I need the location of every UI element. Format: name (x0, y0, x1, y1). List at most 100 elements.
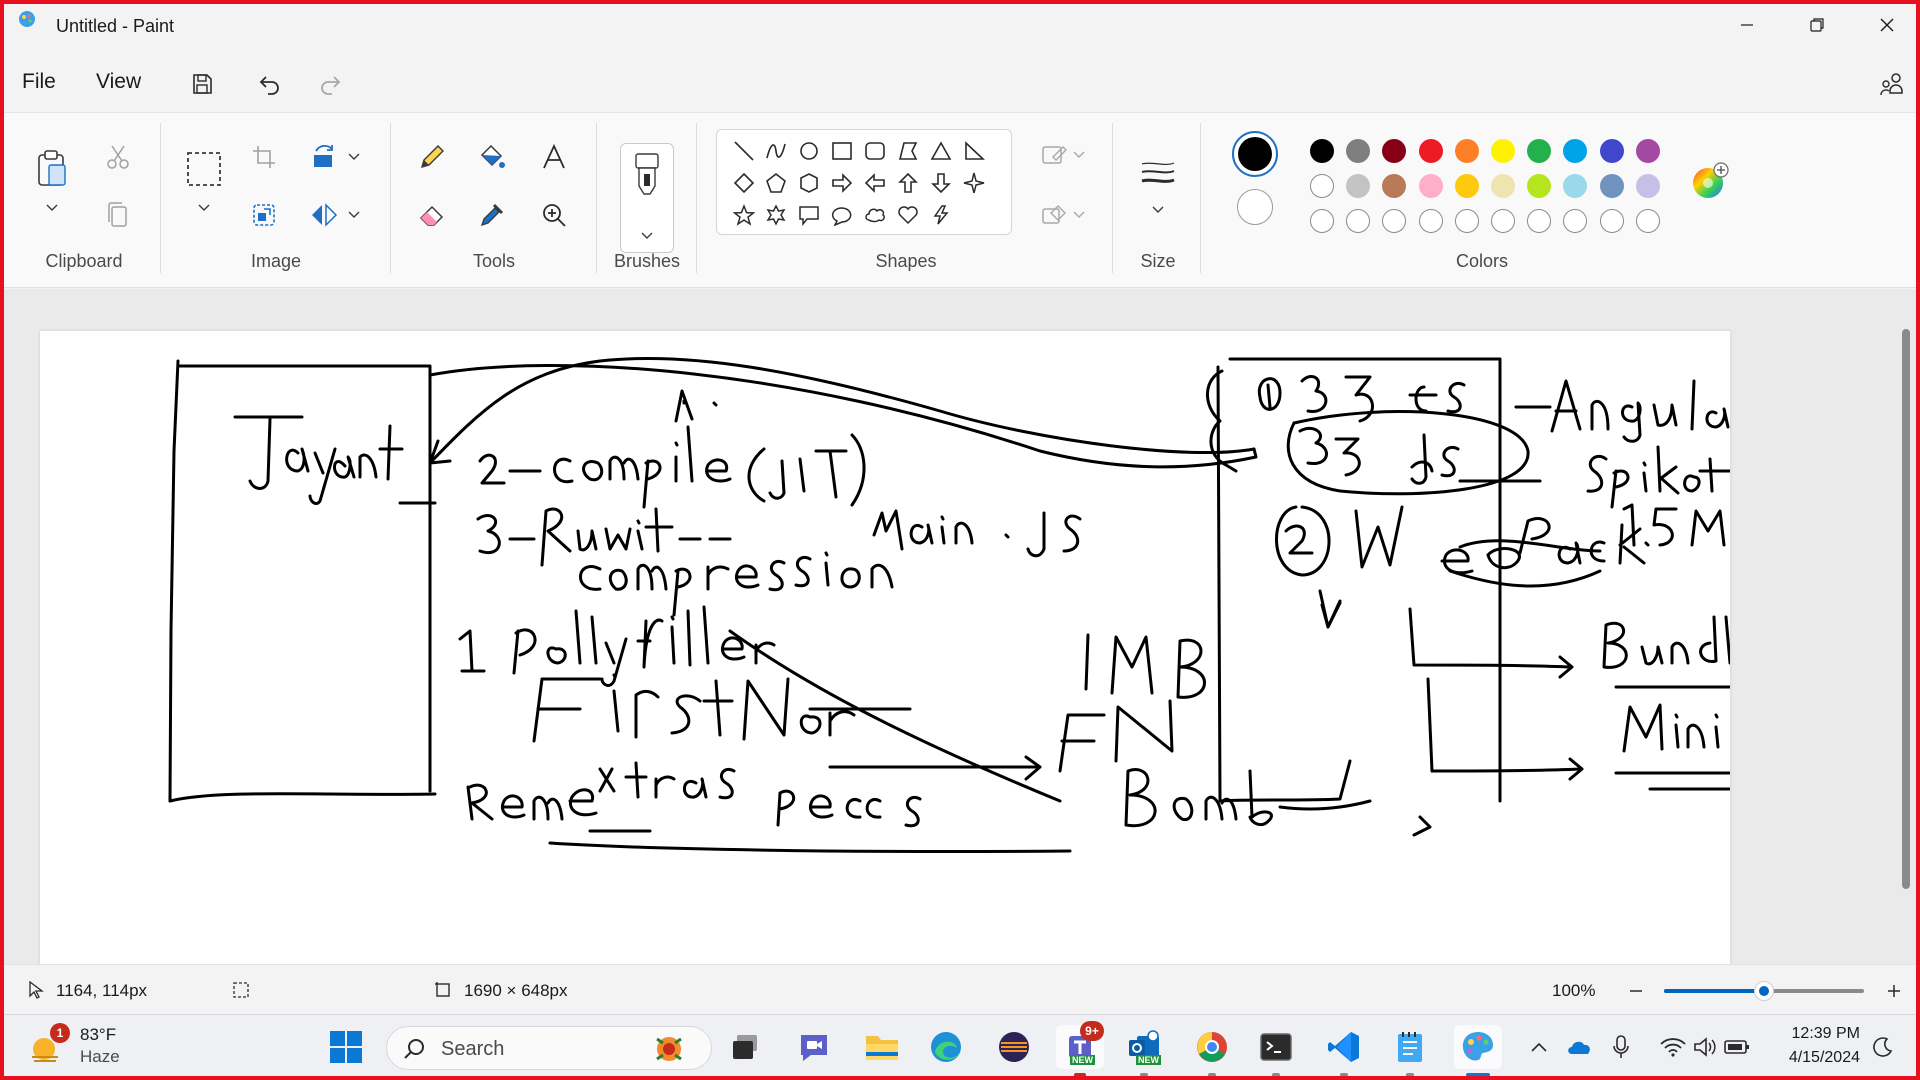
magnifier-tool[interactable] (534, 195, 574, 235)
five-point-star-shape[interactable] (729, 200, 759, 230)
color-swatch[interactable] (1563, 174, 1588, 198)
color-swatch[interactable] (1599, 209, 1624, 233)
primary-color-button[interactable] (1232, 131, 1278, 177)
color-swatch[interactable] (1599, 139, 1624, 163)
rotate-button[interactable] (304, 137, 344, 177)
teams-app[interactable]: 9+ NEW (1056, 1021, 1104, 1069)
color-swatch[interactable] (1454, 209, 1479, 233)
eraser-tool[interactable] (412, 195, 452, 235)
zoom-slider-thumb[interactable] (1754, 981, 1774, 1001)
rounded-rectangle-shape[interactable] (860, 136, 890, 166)
select-dropdown[interactable] (197, 201, 211, 215)
menu-file[interactable]: File (22, 70, 56, 94)
color-swatch[interactable] (1382, 139, 1407, 163)
oval-shape[interactable] (794, 136, 824, 166)
color-swatch[interactable] (1527, 139, 1552, 163)
text-tool[interactable] (534, 137, 574, 177)
terminal-app[interactable] (1254, 1025, 1298, 1069)
color-swatch[interactable] (1635, 174, 1660, 198)
secondary-color-button[interactable] (1237, 189, 1273, 225)
resize-button[interactable] (244, 195, 284, 235)
rectangle-shape[interactable] (827, 136, 857, 166)
outline-dropdown[interactable] (1072, 148, 1086, 162)
color-swatch[interactable] (1599, 174, 1624, 198)
color-picker-tool[interactable] (472, 195, 512, 235)
microphone-tray[interactable] (1606, 1025, 1636, 1069)
zoom-slider[interactable] (1664, 981, 1864, 1001)
color-swatch[interactable] (1563, 139, 1588, 163)
wifi-tray[interactable] (1658, 1025, 1688, 1069)
paste-dropdown[interactable] (45, 201, 59, 215)
oval-callout-shape[interactable] (827, 200, 857, 230)
color-swatch[interactable] (1527, 209, 1552, 233)
color-swatch[interactable] (1418, 139, 1443, 163)
color-swatch[interactable] (1346, 174, 1371, 198)
chrome-app[interactable] (1190, 1025, 1234, 1069)
minimize-button[interactable] (1712, 4, 1782, 46)
zoom-level-label[interactable]: 100% (1552, 981, 1595, 1001)
pentagon-shape[interactable] (761, 168, 791, 198)
left-arrow-shape[interactable] (860, 168, 890, 198)
size-dropdown[interactable] (1151, 203, 1165, 217)
color-swatch[interactable] (1454, 139, 1479, 163)
eclipse-app[interactable] (992, 1025, 1036, 1069)
color-swatch[interactable] (1491, 139, 1515, 163)
cut-button[interactable] (98, 137, 138, 177)
chat-app[interactable] (792, 1025, 836, 1069)
color-swatch[interactable] (1310, 139, 1334, 163)
crop-button[interactable] (244, 137, 284, 177)
triangle-shape[interactable] (926, 136, 956, 166)
paste-button[interactable] (30, 147, 74, 191)
taskbar-search[interactable]: Search (386, 1026, 712, 1070)
select-button[interactable] (184, 149, 224, 189)
zoom-out-button[interactable] (1616, 971, 1656, 1011)
clock-time[interactable]: 12:39 PM (1764, 1025, 1860, 1043)
task-view-button[interactable] (724, 1025, 768, 1069)
color-swatch[interactable] (1310, 209, 1334, 233)
notifications-button[interactable] (1868, 1025, 1898, 1069)
edge-app[interactable] (924, 1025, 968, 1069)
color-swatch[interactable] (1491, 174, 1515, 198)
four-point-star-shape[interactable] (959, 168, 989, 198)
color-swatch[interactable] (1346, 209, 1371, 233)
polygon-shape[interactable] (893, 136, 923, 166)
show-hidden-icons-button[interactable] (1524, 1025, 1554, 1069)
curve-shape[interactable] (761, 136, 791, 166)
color-swatch[interactable] (1310, 174, 1334, 198)
clock-date[interactable]: 4/15/2024 (1764, 1049, 1860, 1067)
close-button[interactable] (1852, 4, 1916, 46)
color-swatch[interactable] (1635, 139, 1660, 163)
copy-button[interactable] (98, 195, 138, 235)
brushes-button[interactable] (620, 143, 674, 253)
rect-callout-shape[interactable] (794, 200, 824, 230)
weather-widget[interactable]: 1 83°F Haze (28, 1023, 198, 1069)
cloud-callout-shape[interactable] (860, 200, 890, 230)
restore-button[interactable] (1782, 4, 1852, 46)
scrollbar-thumb[interactable] (1902, 329, 1910, 889)
edit-colors-button[interactable] (1690, 161, 1730, 201)
right-triangle-shape[interactable] (959, 136, 989, 166)
color-swatch[interactable] (1635, 209, 1660, 233)
fill-shape-button[interactable] (1034, 195, 1074, 235)
vertical-scrollbar[interactable] (1900, 309, 1912, 909)
size-button[interactable] (1138, 153, 1178, 193)
color-swatch[interactable] (1527, 174, 1552, 198)
outline-button[interactable] (1034, 135, 1074, 175)
zoom-in-button[interactable] (1874, 971, 1914, 1011)
outlook-app[interactable]: NEW (1122, 1025, 1166, 1069)
color-swatch[interactable] (1418, 209, 1443, 233)
save-button[interactable] (182, 64, 222, 104)
six-point-star-shape[interactable] (761, 200, 791, 230)
right-arrow-shape[interactable] (827, 168, 857, 198)
notepad-app[interactable] (1388, 1025, 1432, 1069)
rotate-dropdown[interactable] (347, 150, 361, 164)
menu-view[interactable]: View (96, 70, 141, 94)
lightning-shape[interactable] (926, 200, 956, 230)
share-button[interactable] (1872, 64, 1912, 104)
paint-taskbar-app[interactable] (1454, 1025, 1502, 1069)
diamond-shape[interactable] (729, 168, 759, 198)
flip-button[interactable] (304, 195, 344, 235)
volume-tray[interactable] (1690, 1025, 1720, 1069)
color-swatch[interactable] (1382, 209, 1407, 233)
line-shape[interactable] (729, 136, 759, 166)
